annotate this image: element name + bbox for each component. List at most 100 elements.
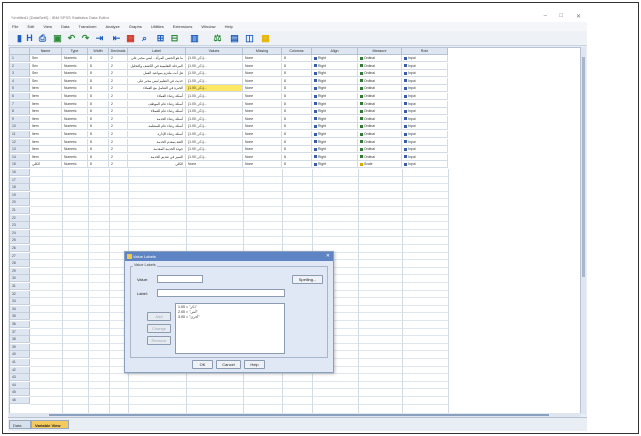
cell-columns[interactable]: 8: [282, 161, 312, 169]
cell-role[interactable]: Input: [402, 161, 448, 169]
cell-values[interactable]: {1.00, ذكر}...: [186, 55, 243, 62]
row-number[interactable]: 9: [10, 115, 30, 123]
cell-label[interactable]: هل أنت ملتزم بمواعيد العمل: [128, 70, 186, 78]
cell-label[interactable]: أسئلة رضاء عام الموظف: [128, 100, 186, 108]
cell-columns[interactable]: 8: [282, 138, 312, 146]
cell-name[interactable]: الكلي: [30, 161, 62, 169]
maximize-button[interactable]: □: [559, 13, 563, 19]
menu-data[interactable]: Data: [61, 24, 69, 29]
row-number[interactable]: 13: [10, 146, 30, 154]
cell-missing[interactable]: None: [243, 70, 282, 78]
cell-type[interactable]: Numeric: [62, 138, 88, 146]
menu-extensions[interactable]: Extensions: [173, 24, 193, 29]
cell-role[interactable]: Input: [402, 85, 448, 93]
cell-width[interactable]: 8: [88, 153, 109, 161]
cell-measure[interactable]: Ordinal: [358, 77, 402, 85]
find-icon[interactable]: ⌕: [139, 33, 150, 44]
cell-align[interactable]: Right: [312, 70, 358, 78]
row-number[interactable]: 36: [10, 321, 30, 328]
cell-type[interactable]: Numeric: [62, 161, 88, 169]
cell-values[interactable]: {1.00, ذكر}...: [186, 146, 243, 154]
row-number[interactable]: 28: [10, 260, 30, 268]
cell-columns[interactable]: 8: [282, 55, 312, 62]
menu-view[interactable]: View: [43, 24, 52, 29]
cell-columns[interactable]: 8: [282, 123, 312, 131]
row-number[interactable]: 14: [10, 153, 30, 161]
cell-type[interactable]: Numeric: [62, 108, 88, 116]
cell-values[interactable]: {1.00, ذكر}...: [186, 115, 243, 123]
cell-type[interactable]: Numeric: [62, 93, 88, 100]
column-header-align[interactable]: Align: [312, 48, 358, 55]
cell-role[interactable]: Input: [402, 146, 448, 154]
cell-decimals[interactable]: 2: [109, 77, 128, 85]
row-number[interactable]: 24: [10, 229, 30, 237]
goto-variable-icon[interactable]: ⇤: [111, 33, 122, 44]
cell-measure[interactable]: Ordinal: [358, 123, 402, 131]
dialog-recall-icon[interactable]: ▣: [52, 33, 63, 44]
help-button[interactable]: Help: [244, 360, 265, 369]
menu-graphs[interactable]: Graphs: [129, 24, 142, 29]
select-cases-icon[interactable]: ▤: [229, 33, 240, 44]
ok-button[interactable]: OK: [192, 360, 213, 369]
cell-decimals[interactable]: 2: [109, 123, 128, 131]
row-number[interactable]: 12: [10, 138, 30, 146]
cell-align[interactable]: Right: [312, 146, 358, 154]
spelling-button[interactable]: Spelling...: [292, 275, 323, 284]
cell-values[interactable]: {1.00, ذكر}...: [186, 93, 243, 100]
cell-columns[interactable]: 8: [282, 131, 312, 138]
cell-role[interactable]: Input: [402, 70, 448, 78]
cell-missing[interactable]: None: [243, 146, 282, 154]
cell-columns[interactable]: 8: [282, 85, 312, 93]
cell-decimals[interactable]: 2: [109, 153, 128, 161]
add-button[interactable]: Add: [147, 312, 171, 321]
cell-name[interactable]: Sex: [30, 55, 62, 62]
cell-type[interactable]: Numeric: [62, 131, 88, 138]
cell-decimals[interactable]: 2: [109, 161, 128, 169]
cell-label[interactable]: أسئلة رضاء الخدمة: [128, 115, 186, 123]
cell-columns[interactable]: 8: [282, 146, 312, 154]
cell-missing[interactable]: None: [243, 108, 282, 116]
cell-width[interactable]: 8: [88, 55, 109, 62]
remove-button[interactable]: Remove: [147, 336, 171, 345]
cell-measure[interactable]: Ordinal: [358, 131, 402, 138]
row-number[interactable]: 21: [10, 207, 30, 214]
cell-width[interactable]: 8: [88, 85, 109, 93]
column-header-role[interactable]: Role: [402, 48, 448, 55]
cell-role[interactable]: Input: [402, 62, 448, 70]
cell-label[interactable]: أسئلة رضاء عام للعملاء: [128, 108, 186, 116]
cell-width[interactable]: 8: [88, 123, 109, 131]
cell-align[interactable]: Right: [312, 62, 358, 70]
cell-align[interactable]: Right: [312, 153, 358, 161]
cell-measure[interactable]: Ordinal: [358, 70, 402, 78]
cell-values[interactable]: {1.00, ذكر}...: [186, 70, 243, 78]
cell-label[interactable]: الخبرة في التعامل مع العملاء: [128, 85, 186, 93]
cell-decimals[interactable]: 2: [109, 70, 128, 78]
row-number[interactable]: 26: [10, 245, 30, 252]
cell-type[interactable]: Numeric: [62, 85, 88, 93]
cell-role[interactable]: Input: [402, 131, 448, 138]
cell-width[interactable]: 8: [88, 108, 109, 116]
cell-missing[interactable]: None: [243, 77, 282, 85]
row-number[interactable]: 40: [10, 351, 30, 359]
cell-measure[interactable]: Ordinal: [358, 55, 402, 62]
cell-values[interactable]: None: [186, 161, 243, 169]
row-number[interactable]: 35: [10, 313, 30, 321]
change-button[interactable]: Change: [147, 324, 171, 333]
tab-variable-view[interactable]: Variable View: [31, 420, 69, 429]
value-label-item[interactable]: 3.00 = "أخرى": [178, 315, 282, 320]
cell-values[interactable]: {1.00, ذكر}...: [186, 77, 243, 85]
cell-decimals[interactable]: 2: [109, 100, 128, 108]
row-number[interactable]: 45: [10, 389, 30, 397]
cell-measure[interactable]: Ordinal: [358, 115, 402, 123]
row-number[interactable]: 41: [10, 359, 30, 366]
cell-values[interactable]: {1.00, ذكر}...: [186, 85, 243, 93]
cell-decimals[interactable]: 2: [109, 108, 128, 116]
row-number[interactable]: 42: [10, 366, 30, 374]
cell-width[interactable]: 8: [88, 146, 109, 154]
cell-values[interactable]: {1.00, ذكر}...: [186, 123, 243, 131]
row-number[interactable]: 46: [10, 397, 30, 404]
row-number[interactable]: 15: [10, 161, 30, 169]
row-number[interactable]: 6: [10, 93, 30, 100]
cell-measure[interactable]: Scale: [358, 161, 402, 169]
menu-window[interactable]: Window: [201, 24, 215, 29]
